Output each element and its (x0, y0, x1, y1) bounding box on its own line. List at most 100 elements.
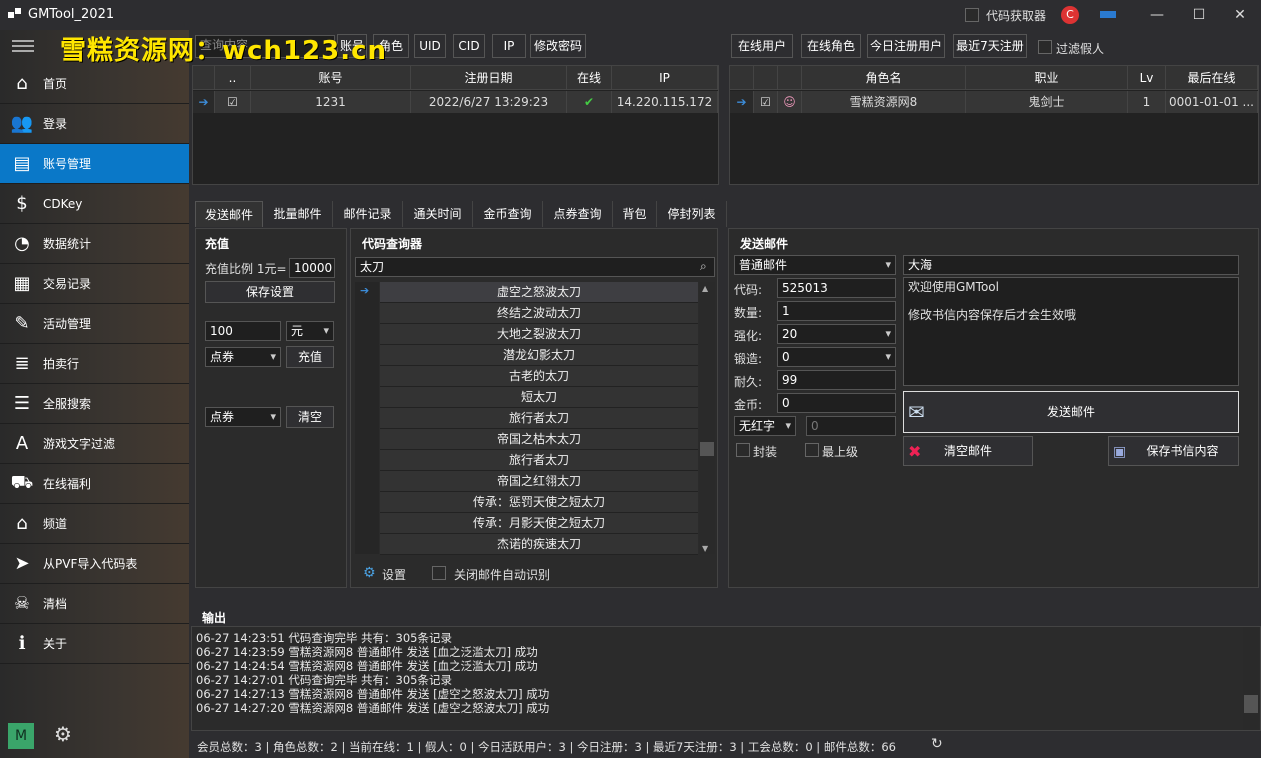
settings-gear-icon[interactable]: ⚙ (54, 722, 72, 746)
red-text-value-input[interactable]: 0 (806, 416, 896, 436)
sidebar-item-10[interactable]: ⛟ 在线福利 (0, 464, 189, 504)
quantity-input[interactable]: 1 (777, 301, 896, 321)
tab-2[interactable]: 邮件记录 (333, 201, 403, 227)
scrollbar-thumb[interactable] (700, 442, 714, 456)
sidebar-item-12[interactable]: ➤ 从PVF导入代码表 (0, 544, 189, 584)
output-scrollbar-thumb[interactable] (1244, 695, 1258, 713)
theme-icon[interactable]: C (1061, 6, 1079, 24)
grid-header-role-name[interactable]: 角色名 (802, 66, 966, 90)
table-cell-reg-date[interactable]: 2022/6/27 13:29:23 (411, 91, 567, 113)
table-row-checkbox[interactable]: ☑ (754, 91, 778, 113)
hamburger-menu-icon[interactable] (12, 40, 34, 52)
list-item[interactable]: 大地之裂波太刀 (380, 324, 698, 345)
settings-gear-icon[interactable]: ⚙ (363, 565, 376, 581)
query-button-5[interactable]: 修改密码 (530, 34, 586, 58)
sidebar-item-9[interactable]: A 游戏文字过滤 (0, 424, 189, 464)
grid-header-level[interactable]: Lv (1128, 66, 1166, 90)
list-item[interactable]: 终结之波动太刀 (380, 303, 698, 324)
seal-checkbox[interactable] (736, 443, 750, 457)
query-button-3[interactable]: CID (453, 34, 485, 58)
list-filter-button-2[interactable]: 今日注册用户 (867, 34, 945, 58)
item-code-input[interactable]: 525013 (777, 278, 896, 298)
code-list-scrollbar[interactable] (699, 282, 715, 554)
grid-header-online[interactable]: 在线 (567, 66, 612, 90)
recharge-type-select[interactable]: 点券 (205, 347, 281, 367)
table-cell-last-online[interactable]: 0001-01-01 ... (1166, 91, 1258, 113)
send-mail-button[interactable]: ✉ 发送邮件 (903, 391, 1239, 433)
minimize-button[interactable]: — (1144, 4, 1170, 26)
list-item[interactable]: 旅行者太刀 (380, 450, 698, 471)
save-settings-button[interactable]: 保存设置 (205, 281, 335, 303)
recharge-ratio-input[interactable]: 10000 (289, 258, 335, 278)
list-filter-button-3[interactable]: 最近7天注册 (953, 34, 1027, 58)
clear-type-select[interactable]: 点券 (205, 407, 281, 427)
sidebar-item-1[interactable]: 👥 登录 (0, 104, 189, 144)
enhance-select[interactable]: 20 (777, 324, 896, 344)
mail-type-select[interactable]: 普通邮件 (734, 255, 896, 275)
clear-mail-button[interactable]: ✖ 清空邮件 (903, 436, 1033, 466)
sidebar-item-7[interactable]: ≣ 拍卖行 (0, 344, 189, 384)
tab-7[interactable]: 停封列表 (657, 201, 727, 227)
list-item[interactable]: 虚空之怒波太刀 (380, 282, 698, 303)
list-item[interactable]: 旅行者太刀 (380, 408, 698, 429)
save-letter-button[interactable]: ▣ 保存书信内容 (1108, 436, 1239, 466)
sidebar-item-2[interactable]: ▤ 账号管理 (0, 144, 189, 184)
table-cell-account[interactable]: 1231 (251, 91, 411, 113)
tab-0[interactable]: 发送邮件 (195, 201, 263, 227)
list-filter-button-0[interactable]: 在线用户 (731, 34, 793, 58)
query-button-2[interactable]: UID (414, 34, 446, 58)
code-fetcher-checkbox[interactable] (965, 8, 979, 22)
query-button-4[interactable]: IP (492, 34, 526, 58)
tab-1[interactable]: 批量邮件 (263, 201, 333, 227)
refresh-icon[interactable]: ↻ (931, 736, 943, 752)
list-item[interactable]: 帝国之红翎太刀 (380, 471, 698, 492)
red-text-select[interactable]: 无红字 (734, 416, 796, 436)
recharge-button[interactable]: 充值 (286, 346, 334, 368)
filter-bots-checkbox[interactable] (1038, 40, 1052, 54)
auto-detect-checkbox[interactable] (432, 566, 446, 580)
table-cell-ip[interactable]: 14.220.115.172 (612, 91, 718, 113)
durability-input[interactable]: 99 (777, 370, 896, 390)
sidebar-item-6[interactable]: ✎ 活动管理 (0, 304, 189, 344)
sidebar-item-4[interactable]: ◔ 数据统计 (0, 224, 189, 264)
list-item[interactable]: 古老的太刀 (380, 366, 698, 387)
user-avatar[interactable]: M (8, 723, 34, 749)
table-row-checkbox[interactable]: ☑ (215, 91, 251, 113)
list-item[interactable]: 传承：惩罚天使之短太刀 (380, 492, 698, 513)
grid-header-account[interactable]: 账号 (251, 66, 411, 90)
sidebar-item-3[interactable]: $ CDKey (0, 184, 189, 224)
gold-input[interactable]: 0 (777, 393, 896, 413)
grid-header-job[interactable]: 职业 (966, 66, 1128, 90)
output-scrollbar[interactable] (1243, 627, 1259, 730)
list-item[interactable]: 潜龙幻影太刀 (380, 345, 698, 366)
sidebar-item-5[interactable]: ▦ 交易记录 (0, 264, 189, 304)
list-item[interactable]: 传承：月影天使之短太刀 (380, 513, 698, 534)
table-cell-job[interactable]: 鬼剑士 (966, 91, 1128, 113)
maximize-button[interactable]: ☐ (1186, 4, 1212, 26)
forge-select[interactable]: 0 (777, 347, 896, 367)
clear-button[interactable]: 清空 (286, 406, 334, 428)
list-item[interactable]: 杰诺的疾速太刀 (380, 534, 698, 555)
max-level-checkbox[interactable] (805, 443, 819, 457)
scroll-down-icon[interactable]: ▼ (702, 544, 708, 553)
close-button[interactable]: ✕ (1227, 4, 1253, 26)
color-swatch-icon[interactable] (1100, 11, 1116, 18)
sidebar-item-8[interactable]: ☰ 全服搜索 (0, 384, 189, 424)
sidebar-item-11[interactable]: ⌂ 频道 (0, 504, 189, 544)
currency-unit-select[interactable]: 元 (286, 321, 334, 341)
tab-5[interactable]: 点券查询 (543, 201, 613, 227)
code-search-input[interactable]: 太刀 (355, 257, 715, 277)
sidebar-item-13[interactable]: ☠ 清档 (0, 584, 189, 624)
scroll-up-icon[interactable]: ▲ (702, 284, 708, 293)
tab-4[interactable]: 金币查询 (473, 201, 543, 227)
grid-header-reg-date[interactable]: 注册日期 (411, 66, 567, 90)
sidebar-item-14[interactable]: ℹ 关于 (0, 624, 189, 664)
sender-name-input[interactable]: 大海 (903, 255, 1239, 275)
settings-dropdown-label[interactable]: 设置 (382, 566, 406, 583)
table-cell-role-name[interactable]: 雪糕资源网8 (802, 91, 966, 113)
list-filter-button-1[interactable]: 在线角色 (801, 34, 861, 58)
recharge-amount-input[interactable]: 100 (205, 321, 281, 341)
tab-3[interactable]: 通关时间 (403, 201, 473, 227)
search-icon[interactable]: ⌕ (700, 259, 707, 274)
table-cell-level[interactable]: 1 (1128, 91, 1166, 113)
